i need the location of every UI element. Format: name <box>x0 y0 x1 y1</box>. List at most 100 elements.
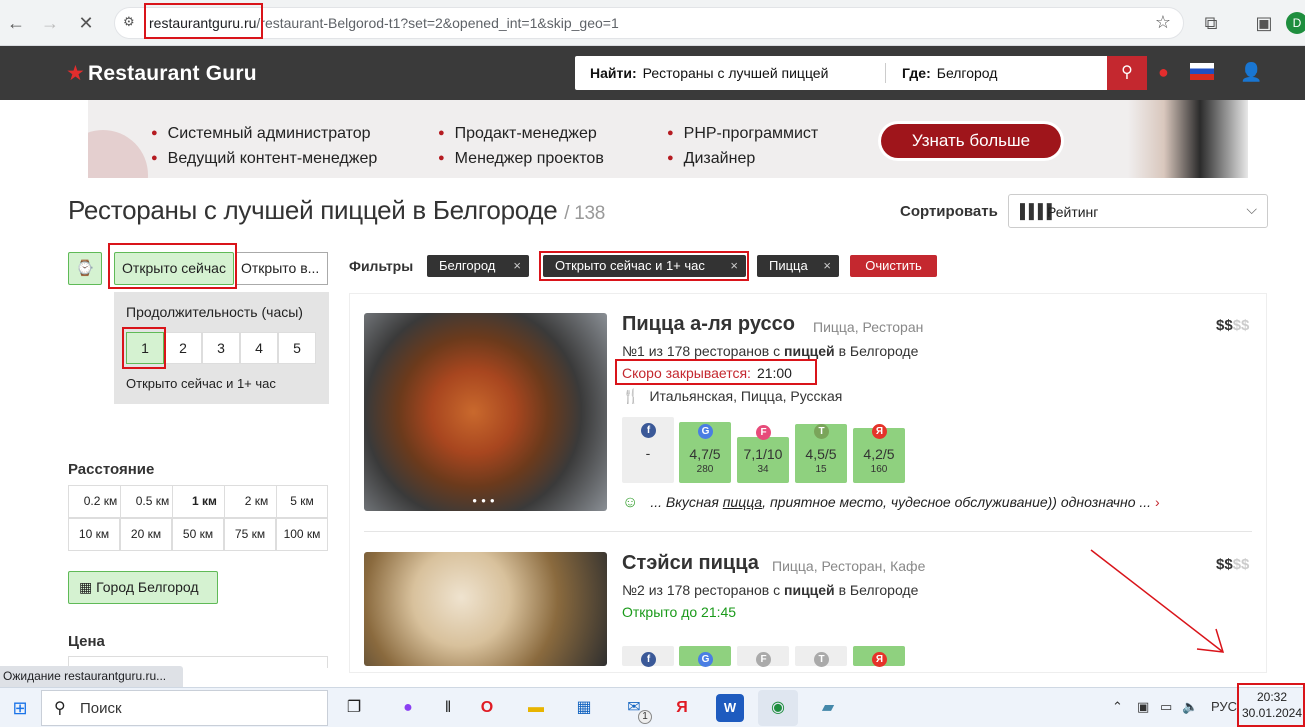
duration-option-1[interactable]: 1 <box>126 332 164 364</box>
battery-icon[interactable]: ▭ <box>1160 699 1172 715</box>
chevron-up-icon[interactable]: ⌃ <box>1112 699 1123 715</box>
open-now-button[interactable]: Открыто сейчас <box>114 252 234 285</box>
distance-option[interactable]: 50 км <box>172 518 224 551</box>
rating-facebook[interactable]: f <box>622 646 674 667</box>
url-text[interactable]: restaurantguru.ru/restaurant-Belgorod-t1… <box>149 15 619 31</box>
sort-value: Рейтинг <box>1047 204 1099 220</box>
rating-google[interactable]: G <box>679 646 731 667</box>
volume-icon[interactable]: 🔈 <box>1182 699 1198 715</box>
cuisine-text: Итальянская, Пицца, Русская <box>649 388 843 404</box>
search-where-field[interactable]: Где: Белгород <box>902 65 997 81</box>
distance-option[interactable]: 20 км <box>120 518 172 551</box>
site-search[interactable]: Найти: Рестораны с лучшей пиццей Где: Белг… <box>575 56 1147 90</box>
bookmark-star-icon[interactable]: ☆ <box>1155 12 1171 33</box>
stop-icon[interactable]: ✕ <box>74 11 98 35</box>
close-icon[interactable]: × <box>823 255 831 277</box>
price-off: $$ <box>1232 556 1250 573</box>
mail-badge: 1 <box>638 710 652 724</box>
address-bar[interactable]: ⚙ restaurantguru.ru/restaurant-Belgorod-… <box>114 7 1184 39</box>
filter-chip-open[interactable]: Открыто сейчас и 1+ час × <box>543 255 746 277</box>
rank-prefix: №2 из 178 ресторанов с <box>622 582 781 598</box>
google-icon: G <box>698 424 713 439</box>
banner-learn-more-button[interactable]: Узнать больше <box>881 124 1061 158</box>
duration-title: Продолжительность (часы) <box>126 304 303 320</box>
rating-tripadvisor[interactable]: T 4,5/5 15 <box>795 424 847 483</box>
distance-option[interactable]: 100 км <box>276 518 328 551</box>
file-explorer-icon[interactable]: ▬ <box>522 694 550 722</box>
restaurant-2-photo[interactable] <box>364 552 607 666</box>
close-icon[interactable]: × <box>513 255 521 277</box>
sidepanel-icon[interactable]: ▣ <box>1252 11 1276 35</box>
restaurant-1-name[interactable]: Пицца а-ля руссо <box>622 313 795 336</box>
open-at-button[interactable]: Открыто в... <box>236 252 328 285</box>
russian-flag-icon[interactable] <box>1190 63 1214 80</box>
user-icon[interactable]: 👤 <box>1240 62 1262 83</box>
search-find-field[interactable]: Найти: Рестораны с лучшей пиццей <box>590 65 828 81</box>
site-logo[interactable]: ★ Restaurant Guru <box>66 61 257 86</box>
rating-tripadvisor[interactable]: T <box>795 646 847 667</box>
search-button[interactable]: ⚲ <box>1107 56 1147 90</box>
yandex-browser-icon[interactable]: Я <box>668 694 696 722</box>
language-indicator[interactable]: РУС <box>1211 699 1237 714</box>
back-icon[interactable]: ← <box>4 11 28 35</box>
site-header: ★ Restaurant Guru Найти: Рестораны с лучше… <box>0 46 1305 100</box>
chrome-icon[interactable]: ◉ <box>758 690 798 726</box>
store-icon[interactable]: ▦ <box>570 694 598 722</box>
opera-icon[interactable]: O <box>473 694 501 722</box>
forward-icon[interactable]: → <box>38 11 62 35</box>
taskbar-clock[interactable]: 20:32 30.01.2024 <box>1240 686 1304 726</box>
banner-col-3: PHP-программист Дизайнер <box>667 122 819 172</box>
site-settings-icon[interactable]: ⚙ <box>123 14 135 30</box>
rating-yandex[interactable]: Я 4,2/5 160 <box>853 424 905 483</box>
rating-count: 280 <box>696 464 714 475</box>
restaurant-2-name[interactable]: Стэйси пицца <box>622 552 759 575</box>
location-pin-icon[interactable]: ● <box>1158 62 1169 83</box>
filter-chip-city[interactable]: Белгород × <box>427 255 529 277</box>
close-icon[interactable]: × <box>730 255 738 277</box>
rank-bold: пиццей <box>784 582 835 598</box>
restaurant-1-review[interactable]: ☺ ... Вкусная пицца, приятное место, чуде… <box>622 494 1160 512</box>
hours-toggle-icon[interactable]: ⌚ <box>68 252 102 285</box>
rating-facebook[interactable]: f- <box>622 417 674 483</box>
notepad-icon[interactable]: ▰ <box>814 694 842 722</box>
rating-foursquare[interactable]: F 7,1/10 34 <box>737 425 789 483</box>
distance-option[interactable]: 10 км <box>68 518 120 551</box>
search-find-label: Найти: <box>590 65 637 81</box>
city-button[interactable]: ▦ Город Белгород <box>68 571 218 604</box>
clear-filters-button[interactable]: Очистить <box>850 255 937 277</box>
duration-option-4[interactable]: 4 <box>240 332 278 364</box>
distance-option[interactable]: 5 км <box>276 485 328 518</box>
alice-icon[interactable]: ● <box>394 694 422 722</box>
rating-yandex[interactable]: Я <box>853 646 905 667</box>
rating-google[interactable]: G 4,7/5 280 <box>679 422 731 483</box>
search-find-value: Рестораны с лучшей пиццей <box>642 65 829 81</box>
rank-prefix: №1 из 178 ресторанов с <box>622 343 781 359</box>
profile-avatar[interactable]: D <box>1286 12 1305 34</box>
duration-option-2[interactable]: 2 <box>164 332 202 364</box>
restaurant-1-photo[interactable]: ●●● <box>364 313 607 511</box>
search-icon: ⚲ <box>54 700 66 717</box>
meet-now-icon[interactable]: ▣ <box>1137 699 1149 715</box>
extensions-icon[interactable]: ⧉ <box>1199 11 1223 35</box>
mail-icon[interactable]: ✉ 1 <box>620 694 652 724</box>
tripadvisor-icon: T <box>814 424 829 439</box>
review-pre: ... Вкусная <box>650 494 719 510</box>
duration-option-3[interactable]: 3 <box>202 332 240 364</box>
taskbar-search[interactable]: ⚲ Поиск <box>41 690 328 726</box>
filter-chip-pizza[interactable]: Пицца × <box>757 255 839 277</box>
task-view-icon[interactable]: ❐ <box>340 694 368 722</box>
word-icon[interactable]: W <box>716 694 744 722</box>
carousel-dots[interactable]: ●●● <box>364 496 607 505</box>
chip-label: Пицца <box>769 258 808 273</box>
duration-option-5[interactable]: 5 <box>278 332 316 364</box>
windows-start-icon[interactable]: ⊞ <box>6 694 34 722</box>
job-banner[interactable]: Системный администратор Ведущий контент-… <box>88 100 1248 178</box>
foursquare-icon: F <box>756 425 771 440</box>
distance-option[interactable]: 75 км <box>224 518 276 551</box>
chip-label: Открыто сейчас и 1+ час <box>555 258 705 273</box>
sort-select[interactable]: ▌▌▌▌ Рейтинг ⌵ <box>1008 194 1268 228</box>
logo-text: Restaurant Guru <box>88 62 257 85</box>
price-on: $$ <box>1216 317 1233 334</box>
rating-foursquare[interactable]: F <box>737 646 789 667</box>
banner-col-2: Продакт-менеджер Менеджер проектов <box>438 122 604 172</box>
